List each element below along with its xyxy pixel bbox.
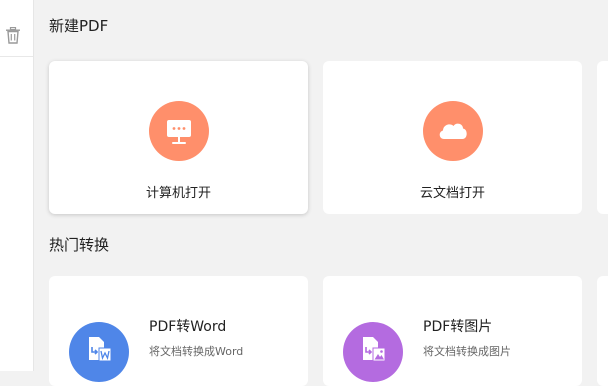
hot-conversions-section-title: 热门转换 xyxy=(49,236,110,254)
pdf-to-word-description: 将文档转换成Word xyxy=(149,345,244,358)
pdf-to-word-title: PDF转Word xyxy=(149,319,227,335)
sidebar xyxy=(0,0,34,371)
pdf-to-image-icon xyxy=(343,322,403,382)
pdf-to-image-title: PDF转图片 xyxy=(423,319,493,335)
pdf-to-word-icon xyxy=(69,322,129,382)
sidebar-divider xyxy=(0,56,33,57)
new-pdf-section-title: 新建PDF xyxy=(49,17,109,35)
pdf-to-image-card[interactable]: PDF转图片 将文档转换成图片 xyxy=(323,276,582,386)
open-from-computer-card[interactable]: 计算机打开 xyxy=(49,61,308,214)
trash-icon[interactable] xyxy=(5,26,21,44)
open-from-cloud-card[interactable]: 云文档打开 xyxy=(323,61,582,214)
pdf-to-image-description: 将文档转换成图片 xyxy=(423,345,511,358)
partial-card[interactable] xyxy=(597,61,608,214)
cloud-icon xyxy=(422,101,483,161)
partial-card[interactable] xyxy=(597,276,608,386)
pdf-to-word-card[interactable]: PDF转Word 将文档转换成Word xyxy=(49,276,308,386)
open-from-computer-label: 计算机打开 xyxy=(145,186,211,201)
open-from-cloud-label: 云文档打开 xyxy=(419,186,485,201)
computer-icon xyxy=(148,101,209,161)
